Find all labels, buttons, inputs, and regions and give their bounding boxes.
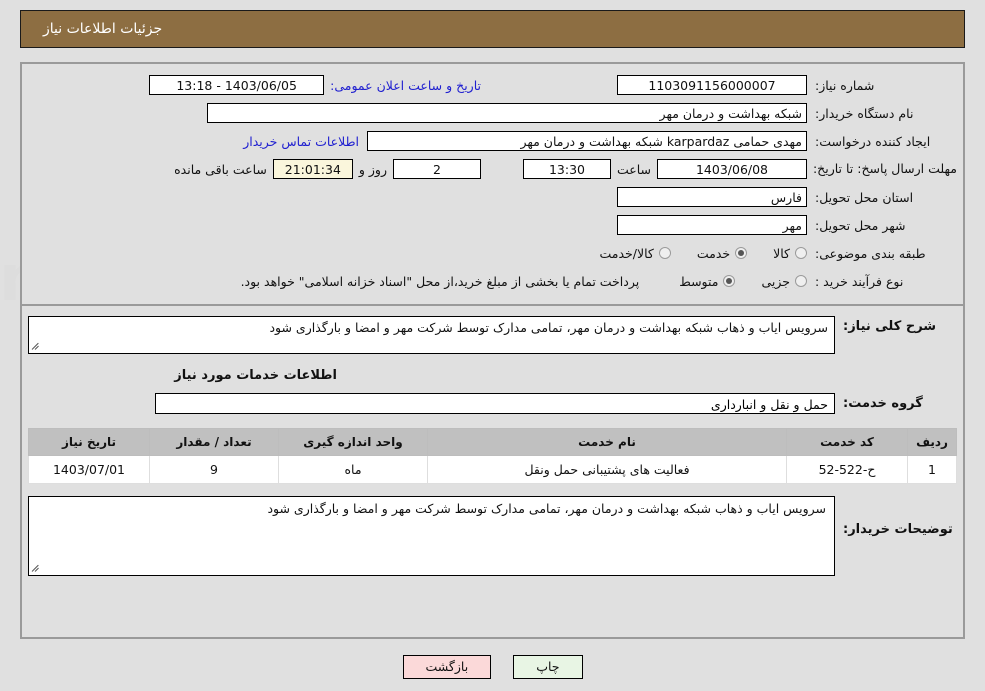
col-header-date: تاریخ نیاز	[28, 428, 150, 456]
row-process-type: نوع فرآیند خرید : جزیی متوسط پرداخت تمام…	[28, 268, 957, 294]
row-service-group: گروه خدمت: حمل و نقل و انبارداری	[28, 393, 957, 414]
radio-icon-selected	[735, 247, 748, 259]
col-header-code: کد خدمت	[786, 428, 908, 456]
table-head: ردیف کد خدمت نام خدمت واحد اندازه گیری ت…	[28, 428, 957, 456]
radio-category-kala-khedmat[interactable]: کالا/خدمت	[599, 245, 671, 261]
back-button[interactable]: بازگشت	[402, 654, 492, 679]
requester-label: ایجاد کننده درخواست:	[815, 133, 931, 149]
radio-icon	[658, 247, 671, 259]
radio-icon	[795, 247, 807, 259]
page-header: جزئیات اطلاعات نیاز	[20, 10, 965, 48]
cell-qty: 9	[149, 455, 279, 484]
countdown-label: ساعت باقی مانده	[174, 161, 267, 177]
deadline-date-value: 1403/06/08	[657, 159, 807, 179]
cell-unit: ماه	[278, 455, 428, 484]
row-general-description: شرح کلی نیاز: سرویس ایاب و ذهاب شبکه بهد…	[28, 316, 957, 354]
cell-name: فعالیت های پشتیبانی حمل ونقل	[427, 455, 787, 484]
services-section-title: اطلاعات خدمات مورد نیاز	[174, 368, 337, 383]
category-radio-group: کالا خدمت کالا/خدمت	[573, 246, 807, 261]
days-label: روز و	[358, 161, 387, 177]
description-label: شرح کلی نیاز:	[843, 319, 937, 334]
buyer-org-label: نام دستگاه خریدار:	[815, 105, 914, 121]
need-number-value: 1103091156000007	[617, 75, 807, 95]
buyer-contact-link[interactable]: اطلاعات تماس خریدار	[235, 134, 367, 149]
description-section: شرح کلی نیاز: سرویس ایاب و ذهاب شبکه بهد…	[22, 306, 963, 428]
details-panel: شماره نیاز: 1103091156000007 تاریخ و ساع…	[20, 62, 965, 639]
radio-label: کالا/خدمت	[599, 245, 654, 261]
footer-actions: چاپ بازگشت	[0, 654, 985, 679]
col-header-radif: ردیف	[907, 428, 957, 456]
row-city: شهر محل تحویل: مهر	[28, 212, 957, 238]
row-requester: ایجاد کننده درخواست: مهدی حمامی karparda…	[28, 128, 957, 154]
page-root: AriaTender.net جزئیات اطلاعات نیاز شماره…	[0, 0, 985, 691]
buyer-comments-value: سرویس ایاب و ذهاب شبکه بهداشت و درمان مه…	[267, 501, 826, 516]
radio-label: کالا	[773, 245, 790, 261]
print-button[interactable]: چاپ	[513, 654, 583, 679]
resize-handle-icon[interactable]	[31, 342, 41, 352]
table-row: 1 ح-522-52 فعالیت های پشتیبانی حمل ونقل …	[28, 455, 957, 484]
days-remaining-value: 2	[392, 159, 481, 179]
buyer-comments-textarea[interactable]: سرویس ایاب و ذهاب شبکه بهداشت و درمان مه…	[28, 496, 835, 576]
process-note: پرداخت تمام یا بخشی از مبلغ خرید،از محل …	[240, 273, 640, 289]
buyer-comments-section: توضیحات خریدار: سرویس ایاب و ذهاب شبکه ب…	[22, 484, 963, 586]
radio-label: جزیی	[761, 273, 790, 289]
page-title: جزئیات اطلاعات نیاز	[43, 21, 163, 37]
city-label: شهر محل تحویل:	[815, 217, 906, 233]
description-textarea[interactable]: سرویس ایاب و ذهاب شبکه بهداشت و درمان مه…	[28, 316, 835, 354]
row-category: طبقه بندی موضوعی: کالا خدمت کالا/خدمت	[28, 240, 957, 266]
city-value: مهر	[617, 215, 807, 235]
announce-datetime-value: 1403/06/05 - 13:18	[149, 75, 325, 95]
announce-datetime-label: تاریخ و ساعت اعلان عمومی:	[330, 77, 481, 93]
deadline-time-label: ساعت	[616, 161, 651, 177]
deadline-time-value: 13:30	[522, 159, 611, 179]
description-value: سرویس ایاب و ذهاب شبکه بهداشت و درمان مه…	[269, 320, 828, 335]
cell-code: ح-522-52	[786, 455, 908, 484]
row-province: استان محل تحویل: فارس	[28, 184, 957, 210]
province-label: استان محل تحویل:	[815, 189, 914, 205]
col-header-qty: تعداد / مقدار	[149, 428, 279, 456]
service-group-label: گروه خدمت:	[843, 396, 923, 411]
table-body: 1 ح-522-52 فعالیت های پشتیبانی حمل ونقل …	[28, 455, 957, 484]
countdown-timer: 21:01:34	[272, 159, 353, 179]
buyer-org-value: شبکه بهداشت و درمان مهر	[207, 103, 807, 123]
requester-value: مهدی حمامی karpardaz شبکه بهداشت و درمان…	[367, 131, 807, 151]
radio-icon	[795, 275, 807, 287]
radio-process-motavaset[interactable]: متوسط	[679, 273, 736, 289]
need-number-label: شماره نیاز:	[815, 77, 875, 93]
process-radio-group: جزیی متوسط	[653, 274, 807, 289]
cell-date: 1403/07/01	[28, 455, 150, 484]
radio-icon-selected	[723, 275, 736, 287]
col-header-name: نام خدمت	[427, 428, 787, 456]
radio-category-khedmat[interactable]: خدمت	[696, 245, 748, 261]
col-header-unit: واحد اندازه گیری	[278, 428, 428, 456]
row-deadline: مهلت ارسال پاسخ: تا تاریخ: 1403/06/08 سا…	[28, 156, 957, 182]
buyer-comments-label: توضیحات خریدار:	[843, 522, 953, 537]
need-info-section: شماره نیاز: 1103091156000007 تاریخ و ساع…	[22, 64, 963, 300]
services-table: ردیف کد خدمت نام خدمت واحد اندازه گیری ت…	[28, 428, 957, 484]
cell-radif: 1	[907, 455, 957, 484]
category-label: طبقه بندی موضوعی:	[815, 245, 926, 261]
table-header-row: ردیف کد خدمت نام خدمت واحد اندازه گیری ت…	[28, 428, 957, 456]
province-value: فارس	[617, 187, 807, 207]
row-buyer-org: نام دستگاه خریدار: شبکه بهداشت و درمان م…	[28, 100, 957, 126]
radio-label: متوسط	[679, 273, 719, 289]
services-table-wrapper: ردیف کد خدمت نام خدمت واحد اندازه گیری ت…	[22, 428, 963, 484]
radio-process-jozei[interactable]: جزیی	[761, 274, 807, 289]
row-buyer-comments: توضیحات خریدار: سرویس ایاب و ذهاب شبکه ب…	[28, 496, 957, 576]
radio-label: خدمت	[696, 245, 731, 261]
deadline-label: مهلت ارسال پاسخ: تا تاریخ:	[812, 160, 957, 176]
resize-handle-icon[interactable]	[31, 564, 41, 574]
process-label: نوع فرآیند خرید :	[815, 273, 904, 289]
service-group-value: حمل و نقل و انبارداری	[155, 393, 835, 414]
row-need-number: شماره نیاز: 1103091156000007 تاریخ و ساع…	[28, 72, 957, 98]
radio-category-kala[interactable]: کالا	[773, 246, 807, 261]
